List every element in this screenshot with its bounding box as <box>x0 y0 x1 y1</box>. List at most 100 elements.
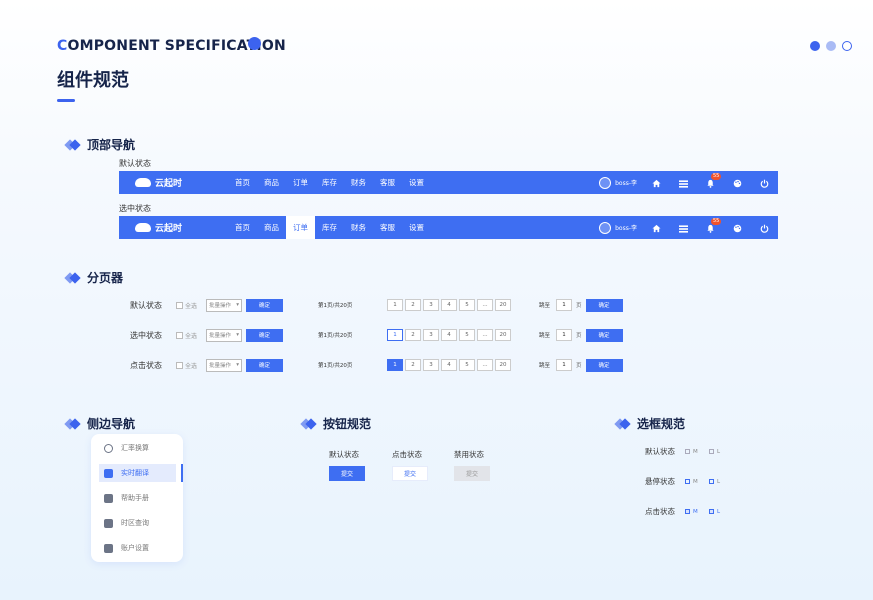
page-button[interactable]: ... <box>477 359 493 371</box>
bell-button[interactable]: 55 <box>697 171 724 194</box>
page-button[interactable]: 4 <box>441 299 457 311</box>
goto-confirm-button[interactable]: 确定 <box>585 328 623 342</box>
power-button[interactable] <box>751 171 778 194</box>
page-button[interactable]: 3 <box>423 329 439 341</box>
nav-menu-item[interactable]: 首页 <box>228 216 257 239</box>
nav-menu-item[interactable]: 财务 <box>344 171 373 194</box>
checkbox-option-m[interactable]: M <box>685 479 709 485</box>
notification-badge: 55 <box>711 173 722 180</box>
notification-badge: 55 <box>711 218 722 225</box>
select-all-checkbox[interactable]: 全选 <box>176 301 206 310</box>
batch-operation-select[interactable]: 批量操作 ▾ <box>206 328 242 342</box>
dot-active[interactable] <box>810 41 820 51</box>
page-unit-label: 页 <box>576 303 582 309</box>
batch-operation-select[interactable]: 批量操作 ▾ <box>206 358 242 372</box>
nav-right-tools: boss-李 55 <box>599 216 778 239</box>
select-all-label: 全选 <box>185 302 198 310</box>
batch-confirm-button[interactable]: 确定 <box>246 358 283 372</box>
app-logo[interactable]: 云起时 <box>135 221 228 234</box>
power-button[interactable] <box>751 216 778 239</box>
batch-operation-select[interactable]: 批量操作 ▾ <box>206 298 242 312</box>
goto-page-input[interactable]: 1 <box>556 299 573 311</box>
nav-menu-item[interactable]: 客服 <box>373 171 402 194</box>
page-button[interactable]: 1 <box>387 359 403 371</box>
page-button[interactable]: 4 <box>441 329 457 341</box>
checkbox-box <box>709 509 714 514</box>
page-button[interactable]: 20 <box>495 329 511 341</box>
palette-button[interactable] <box>724 171 751 194</box>
dot-3[interactable] <box>842 41 852 51</box>
bell-button[interactable]: 55 <box>697 216 724 239</box>
goto-page-input[interactable]: 1 <box>556 329 573 341</box>
pagination-row: 点击状态 全选 批量操作 ▾ 确定 第1页/共20页 1 2 3 4 5... 20 跳至 1 页确定 <box>130 358 623 372</box>
nav-menu-item[interactable]: 设置 <box>402 171 431 194</box>
nav-menu-item[interactable]: 商品 <box>257 171 286 194</box>
dot-2[interactable] <box>826 41 836 51</box>
checkbox-option-l[interactable]: L <box>709 509 733 515</box>
menu-list-button[interactable] <box>670 216 697 239</box>
nav-menu-item[interactable]: 首页 <box>228 171 257 194</box>
home-button[interactable] <box>643 171 670 194</box>
nav-menu-item[interactable]: 订单 <box>286 216 315 239</box>
side-nav-item[interactable]: 帮助手册 <box>99 489 176 507</box>
page-button[interactable]: ... <box>477 329 493 341</box>
button-clicked-label: 点击状态 <box>392 450 422 459</box>
goto-page-input[interactable]: 1 <box>556 359 573 371</box>
checkbox-option-l[interactable]: L <box>709 479 733 485</box>
page-button[interactable]: 5 <box>459 299 475 311</box>
section-title-pagination: 分页器 <box>64 269 123 286</box>
page-button[interactable]: 2 <box>405 359 421 371</box>
app-logo[interactable]: 云起时 <box>135 176 228 189</box>
nav-menu-item-label: 客服 <box>380 223 395 232</box>
goto-confirm-button[interactable]: 确定 <box>585 298 623 312</box>
nav-menu-item[interactable]: 商品 <box>257 216 286 239</box>
side-nav-item[interactable]: 实时翻译 <box>99 464 176 482</box>
page-info: 第1页/共20页 <box>318 363 353 369</box>
submit-button-disabled[interactable]: 提交 <box>454 466 490 481</box>
caret-down-icon: ▾ <box>236 332 239 338</box>
batch-confirm-button[interactable]: 确定 <box>246 298 283 312</box>
nav-menu-item[interactable]: 财务 <box>344 216 373 239</box>
caret-down-icon: ▾ <box>236 302 239 308</box>
page-button[interactable]: 3 <box>423 299 439 311</box>
home-button[interactable] <box>643 216 670 239</box>
checkbox-option-label: L <box>717 478 721 485</box>
nav-menu-item[interactable]: 客服 <box>373 216 402 239</box>
nav-menu-item[interactable]: 库存 <box>315 216 344 239</box>
page-button[interactable]: 4 <box>441 359 457 371</box>
goto-confirm-button[interactable]: 确定 <box>585 358 623 372</box>
checkbox-option-m[interactable]: M <box>685 449 709 455</box>
menu-list-icon <box>679 173 688 192</box>
checkbox-state-label: 默认状态 <box>645 447 675 456</box>
page-button[interactable]: 5 <box>459 329 475 341</box>
page-button[interactable]: ... <box>477 299 493 311</box>
nav-menu-item[interactable]: 设置 <box>402 216 431 239</box>
page-info: 第1页/共20页 <box>318 303 353 309</box>
page-button[interactable]: 2 <box>405 299 421 311</box>
account-icon <box>104 543 113 553</box>
select-all-checkbox[interactable]: 全选 <box>176 361 206 370</box>
goto-label: 跳至 <box>539 363 551 369</box>
side-nav-item[interactable]: 汇率换算 <box>99 439 176 457</box>
checkbox-option-m[interactable]: M <box>685 509 709 515</box>
page-button[interactable]: 1 <box>387 299 403 311</box>
checkbox-option-l[interactable]: L <box>709 449 733 455</box>
page-button[interactable]: 5 <box>459 359 475 371</box>
page-button[interactable]: 2 <box>405 329 421 341</box>
nav-menu-item[interactable]: 库存 <box>315 171 344 194</box>
page-button[interactable]: 20 <box>495 299 511 311</box>
batch-confirm-button[interactable]: 确定 <box>246 328 283 342</box>
select-all-checkbox[interactable]: 全选 <box>176 331 206 340</box>
submit-button-default[interactable]: 提交 <box>329 466 365 481</box>
palette-button[interactable] <box>724 216 751 239</box>
page-button[interactable]: 3 <box>423 359 439 371</box>
submit-button-clicked[interactable]: 提交 <box>392 466 428 481</box>
nav-menu-item[interactable]: 订单 <box>286 171 315 194</box>
user-menu[interactable]: boss-李 <box>599 221 637 234</box>
page-button[interactable]: 20 <box>495 359 511 371</box>
menu-list-button[interactable] <box>670 171 697 194</box>
user-menu[interactable]: boss-李 <box>599 176 637 189</box>
side-nav-item[interactable]: 账户设置 <box>99 539 176 557</box>
side-nav-item[interactable]: 时区查询 <box>99 514 176 532</box>
page-button[interactable]: 1 <box>387 329 403 341</box>
